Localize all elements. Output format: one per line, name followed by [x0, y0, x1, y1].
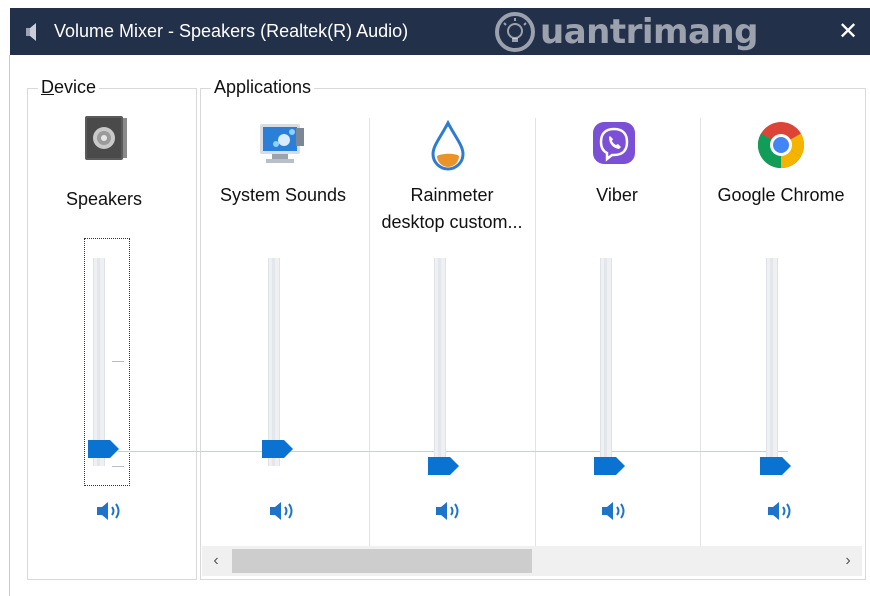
column-divider	[369, 118, 370, 546]
chevron-right-icon: ›	[845, 552, 851, 569]
close-button[interactable]: ✕	[826, 8, 870, 55]
device-label-rest: evice	[54, 77, 97, 97]
speaker-volume-icon	[270, 502, 293, 520]
app-volume-thumb[interactable]	[760, 457, 792, 475]
scroll-right-button[interactable]: ›	[834, 546, 862, 576]
app-mute-button[interactable]	[268, 499, 298, 523]
app-name-line2: desktop custom...	[381, 212, 523, 232]
app-name-label: Google Chrome	[717, 185, 845, 205]
app-mute-button[interactable]	[766, 499, 796, 523]
scroll-left-button[interactable]: ‹	[202, 546, 230, 576]
slider-tick	[112, 466, 124, 467]
device-volume-thumb[interactable]	[88, 440, 120, 458]
speaker-title-icon	[24, 21, 40, 48]
device-group-label: Device	[38, 77, 100, 98]
rainmeter-icon	[428, 119, 480, 172]
app-volume-slider[interactable]	[766, 258, 778, 466]
horizontal-scrollbar[interactable]: ‹ ›	[202, 546, 862, 576]
app-volume-thumb[interactable]	[262, 440, 294, 458]
column-divider	[535, 118, 536, 546]
slider-tick	[112, 361, 124, 362]
system-sounds-icon	[256, 118, 308, 170]
app-mute-button[interactable]	[600, 499, 630, 523]
app-volume-thumb[interactable]	[428, 457, 460, 475]
device-mute-button[interactable]	[95, 499, 125, 523]
app-volume-slider[interactable]	[600, 258, 612, 466]
master-volume-line	[118, 451, 788, 452]
app-name-label: Viber	[596, 185, 638, 205]
app-volume-thumb[interactable]	[594, 457, 626, 475]
volume-mixer-window: Volume Mixer - Speakers (Realtek(R) Audi…	[0, 0, 870, 596]
app-name-label: Rainmeter desktop custom...	[372, 182, 532, 236]
chevron-left-icon: ‹	[213, 552, 219, 569]
title-bar[interactable]: Volume Mixer - Speakers (Realtek(R) Audi…	[10, 8, 870, 55]
speaker-volume-icon	[602, 502, 625, 520]
chrome-icon	[756, 120, 808, 172]
app-mute-button[interactable]	[434, 499, 464, 523]
speaker-device-icon	[83, 114, 135, 166]
close-icon: ✕	[837, 18, 859, 45]
speaker-volume-icon	[436, 502, 459, 520]
watermark-logo: uantrimang	[492, 10, 822, 54]
window-title: Volume Mixer - Speakers (Realtek(R) Audi…	[54, 21, 409, 41]
window-border	[9, 55, 10, 596]
applications-group-label: Applications	[211, 77, 315, 98]
device-volume-slider[interactable]	[93, 258, 105, 466]
app-volume-slider[interactable]	[434, 258, 446, 466]
scrollbar-thumb[interactable]	[232, 549, 532, 573]
device-label-accesskey: D	[41, 77, 54, 97]
speaker-volume-icon	[97, 502, 120, 520]
viber-icon	[591, 120, 643, 172]
watermark-text: uantrimang	[540, 12, 758, 52]
app-name-line1: Rainmeter	[410, 185, 494, 205]
device-name-label: Speakers	[65, 189, 143, 209]
speaker-volume-icon	[768, 502, 791, 520]
app-volume-slider[interactable]	[268, 258, 280, 466]
app-name-label: System Sounds	[219, 185, 347, 205]
